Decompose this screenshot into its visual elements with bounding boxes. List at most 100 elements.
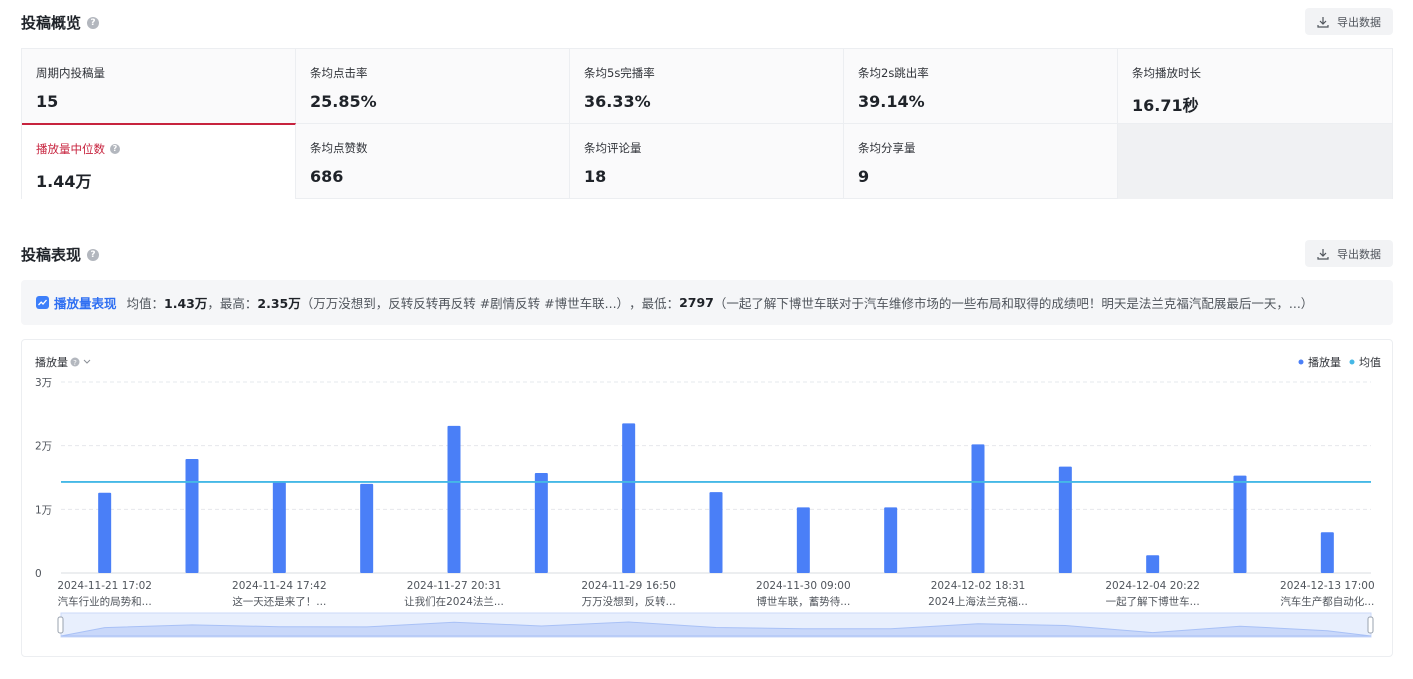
overview-export-button[interactable]: 导出数据: [1305, 8, 1393, 35]
stat-label-text: 播放量中位数: [36, 142, 105, 156]
summary-avg-value: 1.43万: [164, 296, 208, 311]
y-tick-label: 2万: [35, 441, 52, 453]
x-tick-title: 万万没想到，反转...: [582, 595, 676, 608]
export-label: 导出数据: [1337, 15, 1381, 29]
y-tick-label: 3万: [35, 377, 52, 389]
chart-bar: [360, 483, 374, 573]
chart-bar: [534, 473, 548, 573]
stat-label: 周期内投稿量: [36, 66, 105, 80]
performance-title: 投稿表现 ?: [21, 244, 100, 265]
chart-card: 播放量 ? 播放量 均值 0 1万 2万 3万 2024-11-21 17:02 汽车行…: [21, 339, 1393, 657]
x-tick-date: 2024-11-27 20:31: [407, 580, 502, 592]
chart-bar: [622, 423, 636, 573]
performance-export-button[interactable]: 导出数据: [1305, 240, 1393, 267]
stat-card-posts[interactable]: 周期内投稿量 15: [22, 49, 296, 124]
chevron-down-icon[interactable]: [83, 359, 91, 364]
x-tick-title: 汽车生产都自动化...: [1280, 595, 1374, 608]
x-tick-title: 2024上海法兰克福...: [928, 595, 1028, 608]
summary-max-label: ，最高：: [207, 296, 258, 311]
overview-title: 投稿概览 ?: [21, 12, 100, 33]
stat-card-median-plays[interactable]: 播放量中位数 ? 1.44万: [22, 123, 296, 199]
stat-label: 条均2s跳出率: [858, 66, 929, 80]
chart-bar: [796, 507, 810, 573]
summary-max-value: 2.35万: [257, 296, 301, 311]
summary-max-title: （万万没想到，反转反转再反转 #剧情反转 #博世车联...）: [300, 296, 630, 311]
chart-bar: [709, 492, 723, 573]
chart-bar: [884, 507, 898, 573]
summary-min-label: ，最低：: [629, 296, 680, 311]
export-label: 导出数据: [1337, 247, 1381, 261]
overview-title-text: 投稿概览: [21, 14, 82, 32]
chart-bar: [447, 425, 461, 573]
legend-plays[interactable]: 播放量: [1308, 355, 1341, 369]
stat-value: 1.44万: [36, 172, 92, 191]
download-icon: [1317, 16, 1329, 28]
stat-value: 686: [310, 167, 344, 186]
stat-label: 条均播放时长: [1132, 66, 1201, 80]
stat-value: 16.71秒: [1132, 96, 1199, 115]
stat-card-2s-bounce[interactable]: 条均2s跳出率 39.14%: [844, 49, 1118, 124]
stat-card-watch-time[interactable]: 条均播放时长 16.71秒: [1118, 49, 1392, 124]
performance-summary: 播放量表现 均值： 1.43万 ，最高： 2.35万 （万万没想到，反转反转再反…: [21, 280, 1393, 325]
stat-label: 条均点赞数: [310, 141, 368, 155]
download-icon: [1317, 248, 1329, 260]
stat-value: 18: [584, 167, 607, 186]
x-tick-date: 2024-12-04 20:22: [1105, 580, 1200, 592]
chart-bar: [1146, 555, 1160, 573]
stats-grid: 周期内投稿量 15 条均点击率 25.85% 条均5s完播率 36.33% 条均…: [21, 48, 1393, 199]
grid-layer: 0 1万 2万 3万: [35, 377, 1371, 580]
trend-chart-icon: [36, 296, 49, 309]
chart-bar: [272, 481, 286, 573]
stat-value: 39.14%: [858, 92, 925, 111]
summary-min-title: （一起了解下博世车联对于汽车维修市场的一些布局和取得的成绩吧！明天是法兰克福汽配…: [713, 296, 1314, 311]
chart-bar: [1320, 532, 1334, 573]
stat-label: 条均分享量: [858, 141, 916, 155]
stat-label: 播放量中位数 ?: [36, 141, 281, 157]
stat-label: 条均点击率: [310, 66, 368, 80]
chart-bar: [98, 492, 112, 573]
help-icon[interactable]: ?: [87, 248, 100, 261]
summary-min-value: 2797: [679, 295, 714, 310]
x-tick-title: 博世车联，蓄势待...: [756, 595, 850, 608]
legend-dot-plays: [1298, 359, 1304, 365]
y-tick-label: 0: [35, 568, 42, 580]
legend-mean[interactable]: 均值: [1359, 356, 1381, 369]
x-tick-date: 2024-11-29 16:50: [581, 580, 676, 592]
metric-selector[interactable]: 播放量: [35, 355, 68, 369]
performance-title-text: 投稿表现: [21, 246, 82, 264]
chart-bar: [185, 459, 199, 573]
help-icon-glyph: ?: [73, 359, 77, 367]
chart-bar: [1233, 475, 1247, 573]
stat-value: 9: [858, 167, 870, 186]
stat-label: 条均评论量: [584, 141, 642, 155]
stat-card-empty: [1118, 124, 1392, 199]
zoom-slider-handle-right[interactable]: [1367, 616, 1374, 634]
stat-value: 36.33%: [584, 92, 651, 111]
stat-card-likes[interactable]: 条均点赞数 686: [296, 124, 570, 199]
zoom-slider-handle-left[interactable]: [57, 616, 64, 634]
stat-card-ctr[interactable]: 条均点击率 25.85%: [296, 49, 570, 124]
x-tick-date: 2024-11-30 09:00: [756, 580, 851, 592]
stat-card-shares[interactable]: 条均分享量 9: [844, 124, 1118, 199]
x-tick-date: 2024-11-24 17:42: [232, 580, 327, 592]
x-tick-title: 汽车行业的局势和...: [58, 595, 152, 608]
x-tick-date: 2024-12-13 17:00: [1280, 580, 1375, 592]
y-tick-label: 1万: [35, 504, 52, 516]
summary-metric: 播放量表现: [54, 296, 117, 311]
help-icon[interactable]: ?: [110, 144, 120, 154]
zoom-slider[interactable]: [57, 612, 1374, 638]
stat-card-comments[interactable]: 条均评论量 18: [570, 124, 844, 199]
stat-label: 条均5s完播率: [584, 66, 655, 80]
x-labels-layer: 2024-11-21 17:02 汽车行业的局势和... 2024-11-24 17…: [57, 580, 1374, 608]
legend-dot-mean: [1349, 359, 1355, 365]
chart-bar: [971, 444, 985, 573]
x-tick-date: 2024-12-02 18:31: [931, 580, 1026, 592]
x-tick-title: 一起了解下博世车...: [1106, 595, 1200, 608]
x-tick-title: 这一天还是来了！...: [232, 595, 326, 608]
stat-card-5s-completion[interactable]: 条均5s完播率 36.33%: [570, 49, 844, 124]
x-tick-title: 让我们在2024法兰...: [404, 595, 504, 608]
help-icon[interactable]: ?: [87, 16, 100, 29]
summary-avg-label: 均值：: [126, 296, 165, 311]
x-tick-date: 2024-11-21 17:02: [57, 580, 152, 592]
stat-value: 25.85%: [310, 92, 377, 111]
